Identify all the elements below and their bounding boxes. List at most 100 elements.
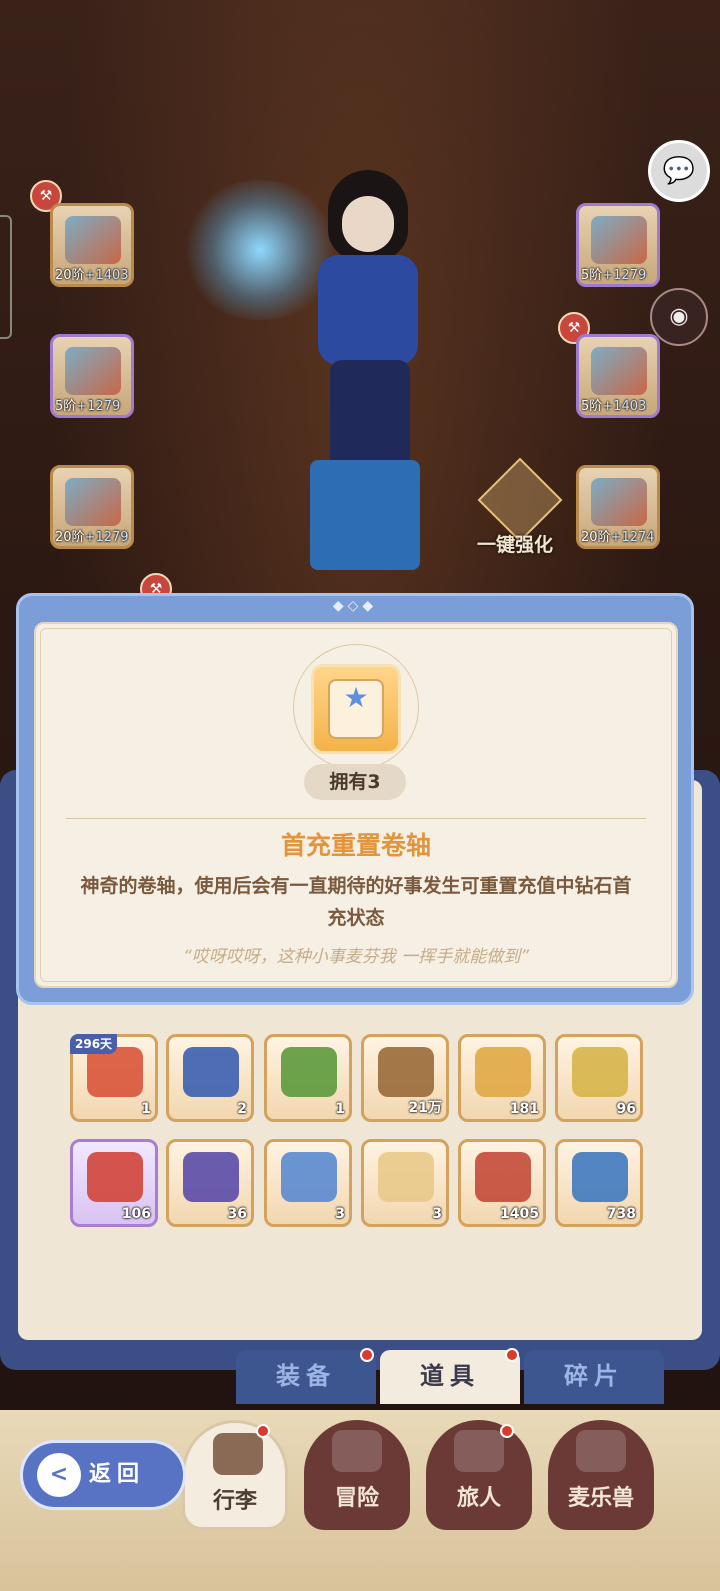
star-icon: ★ (343, 681, 369, 714)
nav-luggage[interactable]: 行李 (182, 1420, 288, 1530)
nav-label: 行李 (212, 1489, 257, 1514)
inventory-item[interactable]: 738 (555, 1139, 643, 1227)
nav-label: 旅人 (456, 1486, 501, 1511)
item-count: 181 (509, 1101, 539, 1117)
item-count: 96 (616, 1101, 636, 1117)
equip-stage: 5阶 (581, 399, 603, 414)
side-pull-tab[interactable] (0, 215, 12, 339)
helmet-icon (591, 216, 647, 264)
ink-bottle-icon (183, 1152, 239, 1202)
item-count: 21万 (408, 1100, 442, 1116)
inventory-item[interactable]: 181 (458, 1034, 546, 1122)
inventory-item[interactable]: 3 (264, 1139, 352, 1227)
inventory-item[interactable]: 1 (264, 1034, 352, 1122)
item-count: 2 (237, 1101, 247, 1117)
player-character (300, 160, 450, 580)
blue-map-icon (183, 1047, 239, 1097)
equip-stage: 5阶 (55, 399, 77, 414)
equip-slot-pants[interactable]: 20阶+1279 (50, 465, 134, 549)
expiry-days-badge: 296天 (70, 1034, 118, 1054)
nav-label: 麦乐兽 (567, 1486, 634, 1511)
tab-fragments[interactable]: 碎片 (524, 1350, 664, 1404)
item-count: 1 (335, 1101, 345, 1117)
chat-bubble-button[interactable]: 💬 (648, 140, 710, 202)
mirror-icon (281, 1152, 337, 1202)
back-arrow-icon: < (37, 1453, 81, 1497)
crossed-swords-icon (332, 1430, 382, 1472)
enhance-label: 一键强化 (476, 534, 553, 556)
item-count: 1 (141, 1101, 151, 1117)
equip-power: +1274 (610, 530, 655, 545)
tab-items[interactable]: 道具 (380, 1350, 520, 1404)
equip-power: +1279 (84, 530, 129, 545)
item-count: 738 (606, 1206, 636, 1222)
tab-label: 装备 (276, 1362, 336, 1390)
pants-icon (65, 478, 121, 526)
armor-icon (65, 347, 121, 395)
nav-label: 冒险 (334, 1486, 379, 1511)
inventory-item[interactable]: 1 296天 (70, 1034, 158, 1122)
equip-slot-weapon[interactable]: 20阶+1403 (50, 203, 134, 287)
notification-dot (360, 1348, 374, 1362)
tab-equipment[interactable]: 装备 (236, 1350, 376, 1404)
equip-slot-boots[interactable]: 20阶+1274 (576, 465, 660, 549)
boots-icon (591, 478, 647, 526)
inventory-item[interactable]: 3 (361, 1139, 449, 1227)
tab-label: 碎片 (564, 1362, 624, 1390)
porridge-bowl-icon (475, 1047, 531, 1097)
equip-stage: 5阶 (581, 268, 603, 283)
chat-icon: 💬 (662, 156, 696, 186)
pet-button[interactable]: ◉ (650, 288, 708, 346)
equip-slot-gloves[interactable]: 5阶+1403 (576, 334, 660, 418)
item-description: 神奇的卷轴，使用后会有一直期待的好事发生可重置充值中钻石首充状态 (80, 875, 632, 929)
equip-power: +1279 (602, 268, 647, 283)
equip-stage: 20阶 (55, 530, 85, 545)
nav-pets[interactable]: 麦乐兽 (548, 1420, 654, 1530)
pet-face-icon: ◉ (669, 304, 689, 329)
item-count: 1405 (500, 1206, 539, 1222)
inventory-item[interactable]: 36 (166, 1139, 254, 1227)
iron-icon (475, 1152, 531, 1202)
owned-count-badge: 拥有3 (304, 764, 406, 800)
equip-slot-armor[interactable]: 5阶+1279 (50, 334, 134, 418)
equip-power: +1403 (602, 399, 647, 414)
wood-planks-icon (378, 1047, 434, 1097)
one-click-enhance-button[interactable]: 一键强化 (468, 457, 563, 560)
back-button[interactable]: < 返回 (20, 1440, 186, 1510)
gold-coins-icon (572, 1047, 628, 1097)
green-ring-icon (281, 1047, 337, 1097)
equip-power: +1403 (84, 268, 129, 283)
nav-adventure[interactable]: 冒险 (304, 1420, 410, 1530)
item-count: 3 (432, 1206, 442, 1222)
traveler-portrait-icon (454, 1430, 504, 1472)
equip-stage: 20阶 (55, 268, 85, 283)
inventory-item[interactable]: 21万 (361, 1034, 449, 1122)
item-count: 3 (335, 1206, 345, 1222)
item-count: 36 (227, 1206, 247, 1222)
bow-icon (65, 216, 121, 264)
luggage-icon (213, 1433, 263, 1475)
equip-stage: 20阶 (581, 530, 611, 545)
inventory-item[interactable]: 106 (70, 1139, 158, 1227)
item-flavor-quote: “哎呀哎呀，这种小事麦芬我 一挥手就能做到” (182, 947, 530, 967)
reset-scroll-icon (378, 1152, 434, 1202)
gloves-icon (591, 347, 647, 395)
blue-card-icon (572, 1152, 628, 1202)
notification-dot (505, 1348, 519, 1362)
red-envelope-icon (87, 1047, 143, 1097)
reset-scroll-icon: ★ (311, 664, 401, 754)
fox-pet-icon (576, 1430, 626, 1472)
notification-dot (256, 1424, 270, 1438)
inventory-item[interactable]: 96 (555, 1034, 643, 1122)
equip-power: +1279 (76, 399, 121, 414)
popup-ornament: ◆◇◆ (332, 598, 378, 614)
back-label: 返回 (89, 1462, 146, 1487)
tab-label: 道具 (420, 1362, 480, 1390)
inventory-item[interactable]: 1405 (458, 1139, 546, 1227)
item-count: 106 (121, 1206, 151, 1222)
equip-slot-helmet[interactable]: 5阶+1279 (576, 203, 660, 287)
inventory-item[interactable]: 2 (166, 1034, 254, 1122)
nav-travelers[interactable]: 旅人 (426, 1420, 532, 1530)
popup-divider (66, 818, 646, 819)
red-dumpling-icon (87, 1152, 143, 1202)
